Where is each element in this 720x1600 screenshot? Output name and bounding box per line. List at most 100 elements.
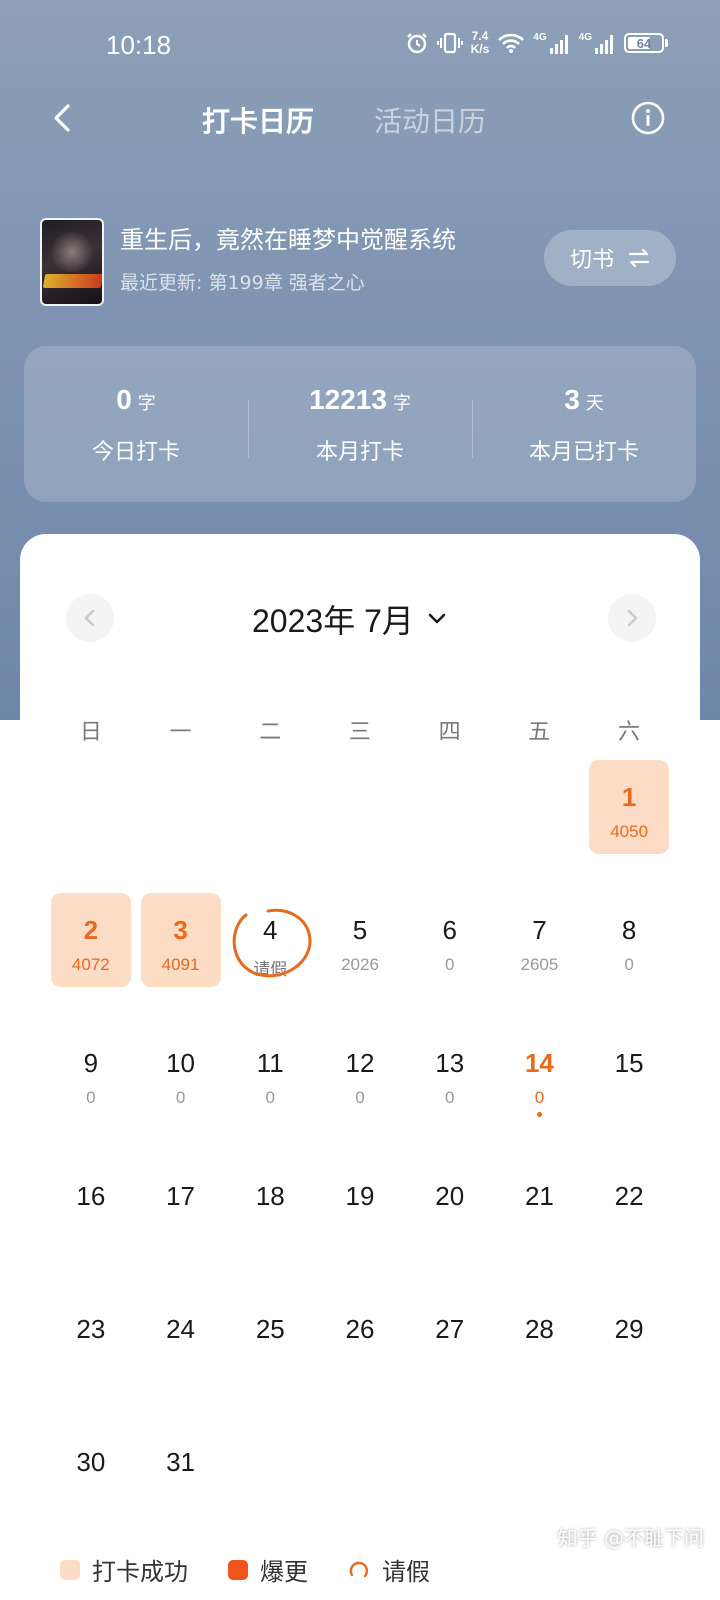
net-speed: 7.4 K/s bbox=[471, 30, 490, 56]
calendar-day-2[interactable]: 2 4072 bbox=[50, 893, 131, 987]
day-word-count: 0 bbox=[534, 1088, 545, 1107]
vibrate-icon bbox=[436, 32, 463, 54]
stat-today-label: 今日打卡 bbox=[91, 440, 180, 465]
book-title: 重生后，竟然在睡梦中觉醒系统 bbox=[120, 226, 456, 254]
calendar-day-27[interactable]: 27 bbox=[410, 1292, 490, 1386]
calendar-day-30[interactable]: 30 bbox=[51, 1425, 131, 1519]
day-word-count: 0 bbox=[355, 1088, 365, 1107]
calendar-day-29[interactable]: 29 bbox=[589, 1292, 669, 1386]
calendar-day-1[interactable]: 1 4050 bbox=[589, 760, 670, 854]
legend: 打卡成功 爆更 请假 bbox=[60, 1552, 430, 1587]
day-number: 19 bbox=[345, 1181, 375, 1211]
calendar-day-7[interactable]: 7 2605 bbox=[499, 893, 579, 987]
day-number: 30 bbox=[76, 1447, 106, 1477]
book-info: 重生后，竟然在睡梦中觉醒系统 最近更新: 第199章 强者之心 切书 bbox=[40, 218, 680, 308]
legend-item-burst: 爆更 bbox=[228, 1552, 308, 1587]
next-month-button[interactable] bbox=[608, 594, 656, 642]
calendar-day-22[interactable]: 22 bbox=[589, 1159, 669, 1253]
calendar-day-28[interactable]: 28 bbox=[499, 1292, 579, 1386]
signal-strength-icon bbox=[595, 34, 613, 54]
stat-month-days-unit: 天 bbox=[585, 393, 604, 413]
calendar-day-14[interactable]: 14 0 bbox=[499, 1026, 579, 1120]
calendar-card: 2023年 7月 日 一 二 三 四 五 六 1 4050 2 4072 3 4091 4 请… bbox=[20, 534, 700, 1600]
calendar-day-31[interactable]: 31 bbox=[141, 1425, 221, 1519]
leave-circle-mark bbox=[233, 908, 312, 978]
switch-book-label: 切书 bbox=[569, 248, 614, 273]
stats-panel: 0字 今日打卡 12213 字 本月打卡 3天 本月已打卡 bbox=[24, 346, 696, 502]
day-number: 1 bbox=[621, 782, 637, 812]
battery-icon: 64 bbox=[624, 33, 664, 53]
day-number: 24 bbox=[166, 1314, 196, 1344]
calendar-day-19[interactable]: 19 bbox=[320, 1159, 400, 1253]
calendar-day-4[interactable]: 4 请假 bbox=[230, 893, 312, 987]
stat-month-words-unit: 字 bbox=[392, 393, 411, 413]
swap-icon bbox=[628, 248, 650, 268]
day-number: 8 bbox=[621, 915, 637, 945]
calendar-day-5[interactable]: 5 2026 bbox=[320, 893, 400, 987]
day-word-count: 0 bbox=[444, 1088, 455, 1107]
status-icons: 7.4 K/s 4G 4G 64 bbox=[405, 30, 668, 56]
calendar-day-16[interactable]: 16 bbox=[51, 1159, 131, 1253]
day-number: 31 bbox=[166, 1447, 196, 1477]
day-word-count: 0 bbox=[265, 1088, 276, 1107]
day-word-count: 4072 bbox=[71, 955, 110, 974]
signal-2: 4G bbox=[579, 32, 616, 55]
calendar-day-25[interactable]: 25 bbox=[230, 1292, 310, 1386]
weekday-label: 五 bbox=[528, 720, 551, 745]
calendar-day-26[interactable]: 26 bbox=[320, 1292, 400, 1386]
calendar-day-17[interactable]: 17 bbox=[141, 1159, 221, 1253]
tab-activity-calendar[interactable]: 活动日历 bbox=[374, 100, 486, 140]
weekday-label: 一 bbox=[169, 720, 192, 745]
day-number: 29 bbox=[614, 1314, 644, 1344]
day-number: 10 bbox=[166, 1048, 196, 1078]
day-number: 18 bbox=[255, 1181, 285, 1211]
day-word-count: 0 bbox=[624, 955, 634, 974]
tab-checkin-calendar[interactable]: 打卡日历 bbox=[202, 100, 314, 140]
day-number: 5 bbox=[352, 915, 368, 945]
stat-today-unit: 字 bbox=[137, 393, 156, 413]
legend-swatch-success bbox=[60, 1559, 80, 1580]
calendar-day-13[interactable]: 13 0 bbox=[410, 1026, 490, 1120]
calendar-day-15[interactable]: 15 bbox=[589, 1026, 669, 1120]
legend-item-leave: 请假 bbox=[348, 1552, 430, 1587]
signal-1: 4G bbox=[533, 32, 570, 55]
calendar-day-10[interactable]: 10 0 bbox=[141, 1026, 221, 1120]
weekday-label: 六 bbox=[617, 720, 640, 745]
switch-book-button[interactable]: 切书 bbox=[544, 230, 676, 286]
signal-2-label: 4G bbox=[578, 31, 592, 43]
calendar-day-6[interactable]: 60 bbox=[410, 893, 490, 987]
month-selector[interactable]: 2023年 7月 bbox=[252, 596, 448, 642]
battery-indicator: 64 bbox=[624, 33, 668, 53]
calendar-day-23[interactable]: 23 bbox=[51, 1292, 131, 1386]
stat-today: 0字 今日打卡 bbox=[24, 346, 248, 502]
info-button[interactable] bbox=[628, 98, 668, 138]
calendar-day-11[interactable]: 11 0 bbox=[230, 1026, 310, 1120]
battery-level: 64 bbox=[636, 35, 652, 51]
day-word-count: 4091 bbox=[161, 955, 200, 974]
day-number: 28 bbox=[524, 1314, 554, 1344]
day-number: 14 bbox=[524, 1048, 554, 1078]
day-number: 23 bbox=[76, 1314, 106, 1344]
calendar-day-18[interactable]: 18 bbox=[230, 1159, 310, 1253]
calendar-day-20[interactable]: 20 bbox=[410, 1159, 490, 1253]
day-number: 9 bbox=[83, 1048, 99, 1078]
calendar-day-3[interactable]: 3 4091 bbox=[140, 893, 221, 987]
weekday-label: 日 bbox=[79, 720, 102, 745]
top-nav: 打卡日历 活动日历 bbox=[0, 90, 720, 150]
calendar-day-12[interactable]: 12 0 bbox=[320, 1026, 400, 1120]
day-number: 2 bbox=[83, 915, 99, 945]
chevron-down-icon bbox=[428, 613, 446, 624]
book-cover[interactable] bbox=[40, 218, 104, 306]
calendar-day-24[interactable]: 24 bbox=[141, 1292, 221, 1386]
calendar-day-8[interactable]: 80 bbox=[589, 893, 669, 987]
day-number: 15 bbox=[614, 1048, 644, 1078]
latest-update: 最近更新: 第199章 强者之心 bbox=[120, 272, 365, 294]
alarm-icon bbox=[406, 33, 427, 54]
calendar-day-21[interactable]: 21 bbox=[499, 1159, 579, 1253]
back-button[interactable] bbox=[44, 96, 84, 140]
calendar-day-9[interactable]: 90 bbox=[51, 1026, 131, 1120]
prev-month-button[interactable] bbox=[66, 594, 114, 642]
legend-label-burst: 爆更 bbox=[260, 1558, 308, 1586]
stat-month-days-label: 本月已打卡 bbox=[528, 440, 639, 465]
day-word-count: 2026 bbox=[341, 955, 379, 974]
